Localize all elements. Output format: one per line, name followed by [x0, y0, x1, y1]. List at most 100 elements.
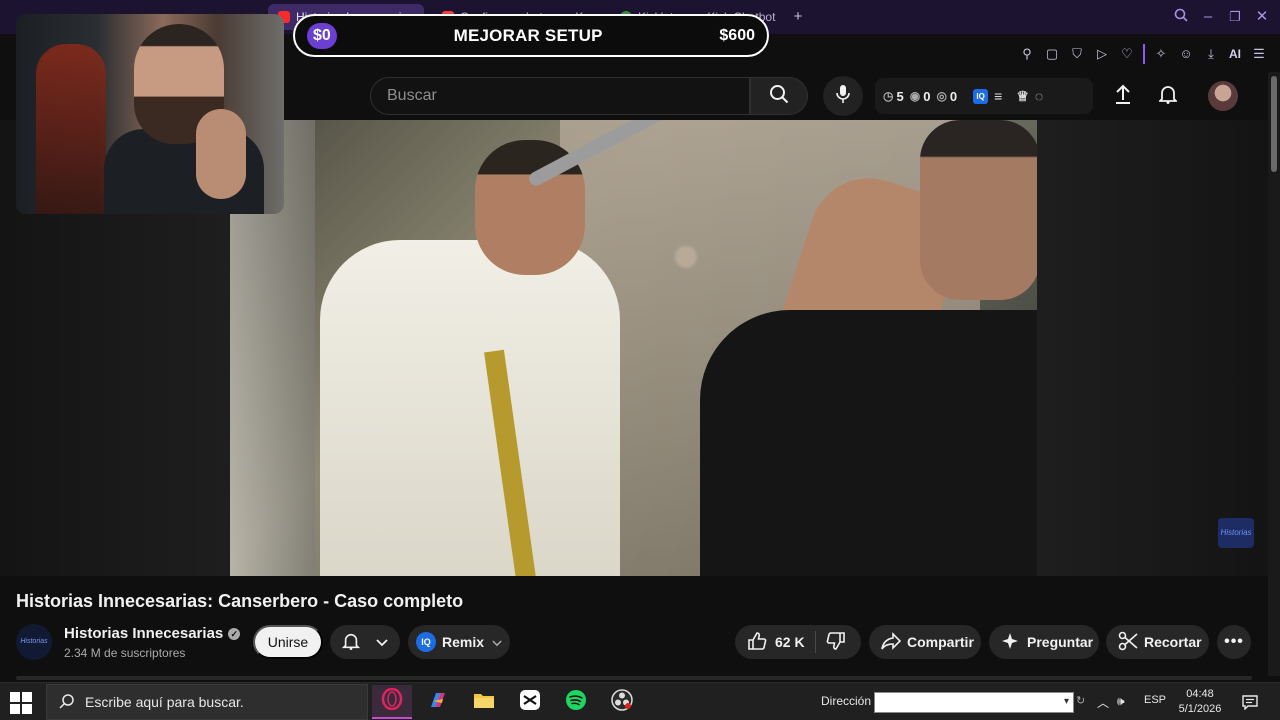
- address-toolbar-input[interactable]: ▾: [874, 692, 1074, 713]
- notifications-center-icon[interactable]: [1242, 694, 1258, 713]
- upload-button[interactable]: [1109, 82, 1137, 110]
- list-icon[interactable]: ≡: [994, 88, 1002, 104]
- microphone-icon: [835, 84, 851, 109]
- chat-icon[interactable]: ◌: [1035, 88, 1043, 104]
- taskbar-obs[interactable]: [602, 685, 642, 719]
- chevron-down-icon: [492, 634, 502, 650]
- trophy-icon[interactable]: ♕: [1016, 88, 1029, 105]
- capcut-icon: [519, 689, 541, 716]
- notifications-button[interactable]: [1154, 82, 1182, 110]
- subscriber-count: 2.34 M de suscriptores: [64, 646, 186, 660]
- video-person-right: [700, 310, 1037, 576]
- stat-time-value: 5: [896, 88, 904, 104]
- verified-icon: ✓: [228, 627, 241, 640]
- video-title: Historias Innecesarias: Canserbero - Cas…: [16, 591, 464, 611]
- download-icon[interactable]: ⤓: [1202, 45, 1220, 63]
- remix-button[interactable]: IQ Remix: [408, 625, 510, 659]
- iq-icon[interactable]: IQ: [973, 88, 989, 104]
- search-icon: [769, 84, 789, 109]
- stat-views: ◉ 0: [910, 89, 931, 104]
- join-button[interactable]: Unirse: [253, 625, 323, 659]
- chevron-down-icon: [376, 634, 388, 650]
- bell-icon: [1157, 84, 1179, 109]
- like-dislike-group: 62 K: [735, 625, 861, 659]
- thumbs-up-icon: [747, 631, 767, 654]
- search-icon: [59, 693, 75, 712]
- search-tabs-icon[interactable]: [1172, 8, 1190, 26]
- ask-button[interactable]: Preguntar: [989, 625, 1099, 659]
- thumbs-down-icon: [826, 631, 846, 654]
- taskbar-clock[interactable]: 04:48 5/1/2026: [1176, 687, 1224, 717]
- heart-icon[interactable]: ♡: [1118, 45, 1136, 63]
- spotify-icon: [565, 689, 587, 716]
- play-icon[interactable]: ▷: [1093, 45, 1111, 63]
- clock-time: 04:48: [1186, 688, 1214, 700]
- language-indicator[interactable]: ESP: [1144, 694, 1166, 706]
- channel-name[interactable]: Historias Innecesarias ✓: [64, 625, 241, 642]
- start-button[interactable]: [10, 692, 32, 714]
- dislike-button[interactable]: [826, 631, 846, 654]
- subscribe-notifications-button[interactable]: [330, 625, 400, 659]
- account-avatar[interactable]: [1208, 81, 1238, 111]
- more-icon: •••: [1224, 633, 1244, 650]
- taskbar-search-placeholder: Escribe aquí para buscar.: [85, 694, 244, 710]
- video-frame: [230, 120, 1037, 576]
- channel-name-text[interactable]: Historias Innecesarias: [64, 625, 223, 642]
- voice-search-button[interactable]: [823, 76, 863, 116]
- like-button[interactable]: 62 K: [747, 631, 805, 654]
- search-button[interactable]: [750, 77, 808, 115]
- stat-time: ◷ 5: [883, 89, 904, 104]
- clip-label: Recortar: [1144, 634, 1202, 650]
- page-scrollbar[interactable]: [1268, 72, 1280, 676]
- shield-icon[interactable]: ⛉: [1068, 45, 1086, 63]
- address-go-icon[interactable]: ↻: [1076, 694, 1085, 707]
- clip-button[interactable]: Recortar: [1106, 625, 1209, 659]
- volume-icon[interactable]: 🕪: [1117, 694, 1125, 709]
- address-label: Dirección: [821, 694, 872, 708]
- taskbar-capcut[interactable]: [510, 685, 550, 719]
- webcam-hand: [196, 109, 246, 199]
- channel-avatar[interactable]: Historias: [16, 624, 52, 660]
- like-divider: [814, 631, 816, 653]
- like-count: 62 K: [775, 634, 805, 650]
- share-icon: [881, 631, 902, 653]
- share-label: Compartir: [907, 634, 974, 650]
- clock-date: 5/1/2026: [1178, 703, 1222, 715]
- webcam-chair: [36, 44, 106, 214]
- close-window-button[interactable]: ✕: [1253, 8, 1271, 26]
- taskbar-opera-gx[interactable]: [372, 685, 412, 719]
- share-button[interactable]: Compartir: [869, 625, 981, 659]
- folder-icon: [473, 691, 495, 714]
- taskbar-copilot[interactable]: [418, 685, 458, 719]
- clock-icon: ◷: [883, 89, 894, 103]
- taskbar-search[interactable]: Escribe aquí para buscar.: [46, 684, 368, 720]
- screenshot-icon[interactable]: ▢: [1043, 45, 1061, 63]
- video-person-right-head: [920, 120, 1037, 300]
- scrollbar-thumb[interactable]: [1271, 76, 1277, 172]
- extensions-icon[interactable]: ✧: [1152, 45, 1170, 63]
- chevron-down-icon[interactable]: ▾: [1064, 696, 1069, 707]
- maximize-button[interactable]: ❐: [1226, 8, 1244, 26]
- donation-goal-bar: $0 MEJORAR SETUP $600: [293, 14, 769, 57]
- more-actions-button[interactable]: •••: [1217, 625, 1251, 659]
- extension-stats-pill[interactable]: ◷ 5 ◉ 0 ◎ 0 IQ ≡ ♕ ◌: [875, 78, 1093, 114]
- taskbar-spotify[interactable]: [556, 685, 596, 719]
- taskbar-file-explorer[interactable]: [464, 685, 504, 719]
- search-input[interactable]: [387, 87, 749, 105]
- profile-icon[interactable]: ☺: [1177, 45, 1195, 63]
- goal-title: MEJORAR SETUP: [453, 25, 603, 45]
- copilot-icon: [427, 689, 449, 716]
- search-box: [370, 77, 750, 115]
- windows-logo-icon: [22, 704, 32, 714]
- toolbar-divider: [1143, 44, 1145, 64]
- ai-button[interactable]: AI: [1227, 45, 1243, 63]
- channel-watermark[interactable]: Historias: [1218, 518, 1254, 548]
- upload-icon: [1114, 84, 1132, 109]
- pin-icon[interactable]: ⚲: [1018, 45, 1036, 63]
- stat-hidden-value: 0: [949, 88, 958, 104]
- minimize-button[interactable]: –: [1199, 8, 1217, 26]
- tray-overflow-icon[interactable]: ︿: [1097, 694, 1109, 711]
- obs-icon: [611, 688, 633, 716]
- new-tab-button[interactable]: +: [789, 8, 807, 26]
- menu-icon[interactable]: ☰: [1250, 45, 1268, 63]
